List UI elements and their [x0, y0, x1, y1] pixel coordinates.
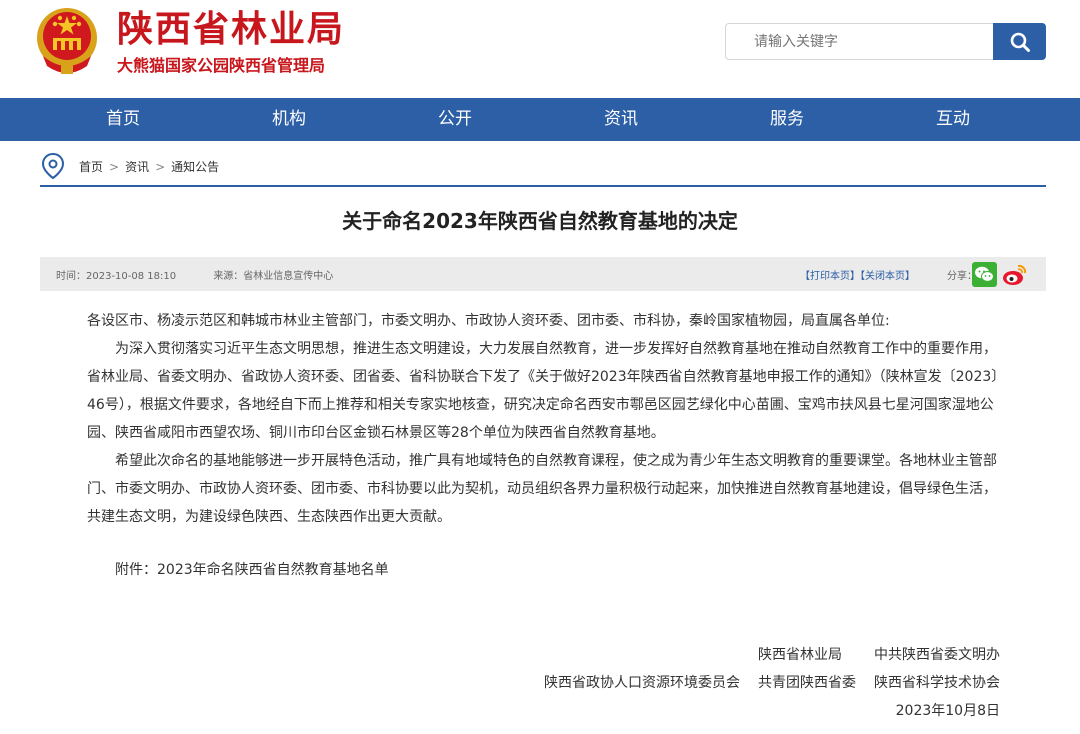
breadcrumb-separator: > [155, 160, 166, 174]
search-icon [1010, 32, 1030, 52]
nav-item-news[interactable]: 资讯 [561, 98, 681, 141]
attachment-link[interactable]: 附件：2023年命名陕西省自然教育基地名单 [115, 556, 389, 584]
site-header: 陕西省林业局 大熊猫国家公园陕西省管理局 [0, 0, 1080, 98]
site-subtitle: 大熊猫国家公园陕西省管理局 [117, 56, 326, 75]
main-nav: 首页 机构 公开 资讯 服务 互动 [0, 98, 1080, 141]
article-paragraph: 各设区市、杨凌示范区和韩城市林业主管部门，市委文明办、市政协人资环委、团市委、市… [87, 313, 890, 329]
nav-item-services[interactable]: 服务 [727, 98, 847, 141]
signature-org: 共青团陕西省委 [758, 675, 856, 691]
signature-row: 陕西省政协人口资源环境委员会 共青团陕西省委 陕西省科学技术协会 [544, 669, 1000, 697]
article-title: 关于命名2023年陕西省自然教育基地的决定 [342, 209, 738, 233]
location-pin-icon [41, 152, 65, 180]
print-page-link[interactable]: 【打印本页】 [800, 271, 860, 282]
nav-item-home[interactable]: 首页 [63, 98, 183, 141]
breadcrumb-news[interactable]: 资讯 [125, 160, 149, 174]
weibo-share-icon[interactable] [1001, 262, 1028, 287]
search-button[interactable] [993, 23, 1046, 60]
signature-org: 陕西省林业局 [758, 647, 842, 663]
publish-time: 时间：2023-10-08 18:10 [56, 271, 177, 282]
signature-org: 陕西省政协人口资源环境委员会 [544, 675, 740, 691]
site-title: 陕西省林业局 [117, 9, 346, 50]
signature-row: 陕西省林业局 中共陕西省委文明办 [758, 641, 1000, 669]
national-emblem-icon [37, 8, 97, 74]
article-paragraph: 希望此次命名的基地能够进一步开展特色活动，推广具有地域特色的自然教育课程，使之成… [87, 453, 997, 525]
breadcrumb-separator: > [109, 160, 120, 174]
article-meta-bar: 时间：2023-10-08 18:10 来源：省林业信息宣传中心 【打印本页】【… [40, 257, 1046, 291]
nav-item-public[interactable]: 公开 [395, 98, 515, 141]
signature-org: 陕西省科学技术协会 [874, 675, 1000, 691]
article-paragraph: 为深入贯彻落实习近平生态文明思想，推进生态文明建设，大力发展自然教育，进一步发挥… [87, 341, 999, 441]
breadcrumb: 首页 > 资讯 > 通知公告 [40, 150, 1046, 182]
article-source: 来源：省林业信息宣传中心 [213, 271, 334, 282]
close-page-link[interactable]: 【关闭本页】 [860, 271, 915, 282]
wechat-share-icon[interactable] [972, 262, 997, 287]
search-input[interactable] [725, 23, 993, 60]
breadcrumb-notices[interactable]: 通知公告 [171, 160, 219, 174]
breadcrumb-home[interactable]: 首页 [79, 160, 103, 174]
nav-item-interaction[interactable]: 互动 [893, 98, 1013, 141]
breadcrumb-divider [40, 185, 1046, 187]
article-body: 各设区市、杨凌示范区和韩城市林业主管部门，市委文明办、市政协人资环委、团市委、市… [87, 307, 1001, 531]
signature-date: 2023年10月8日 [895, 703, 1000, 719]
signature-org: 中共陕西省委文明办 [874, 647, 1000, 663]
nav-item-organization[interactable]: 机构 [229, 98, 349, 141]
